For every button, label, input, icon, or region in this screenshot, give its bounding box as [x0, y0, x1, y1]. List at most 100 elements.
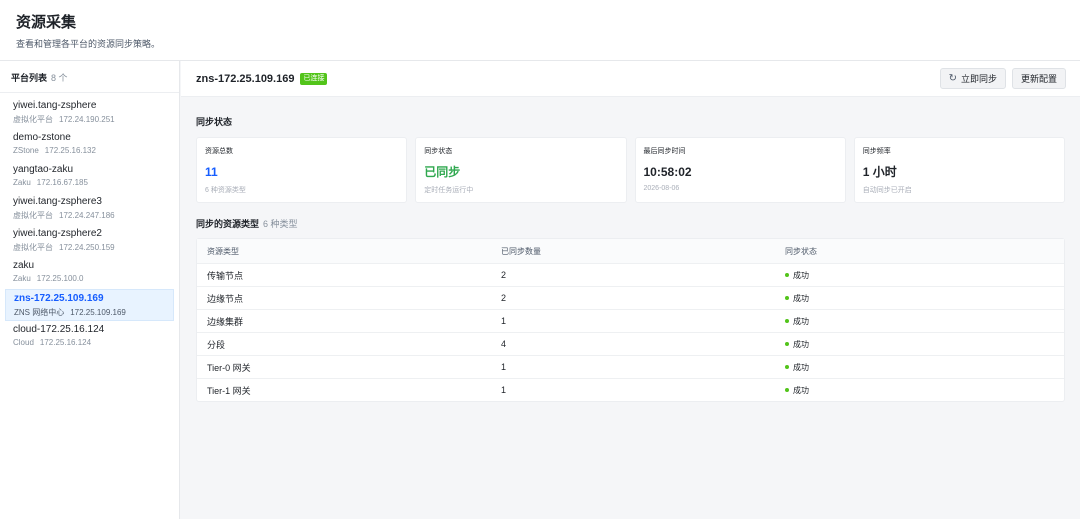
header-actions: ↻ 立即同步 更新配置	[939, 68, 1066, 89]
stat-card-frequency: 同步频率 1 小时 自动同步已开启	[853, 137, 1065, 203]
platform-ip: 172.24.247.186	[59, 211, 115, 220]
cell-type: Tier-1 网关	[207, 385, 251, 396]
platform-type: Zaku	[13, 274, 31, 283]
update-config-button[interactable]: 更新配置	[1011, 68, 1066, 89]
platform-item[interactable]: yangtao-zaku Zaku 172.16.67.185	[5, 161, 174, 193]
status-text: 成功	[793, 270, 809, 280]
platform-type: ZNS 网络中心	[14, 308, 65, 317]
table-header-row: 资源类型 已同步数量 同步状态	[197, 239, 1064, 263]
platform-type: ZStone	[13, 146, 39, 155]
column-header: 已同步数量	[501, 246, 541, 256]
resource-types-count: 6 种类型	[263, 219, 298, 229]
card-note: 自动同步已开启	[862, 187, 912, 194]
success-dot-icon	[785, 342, 789, 346]
platform-type: Cloud	[13, 338, 34, 347]
platform-type: Zaku	[13, 178, 31, 187]
card-value: 1 小时	[862, 165, 897, 179]
platform-item[interactable]: yiwei.tang-zsphere2 虚拟化平台 172.24.250.159	[5, 225, 174, 257]
table-row: 边缘节点 2 成功	[197, 286, 1064, 309]
refresh-icon: ↻	[948, 73, 957, 84]
cell-count: 1	[501, 362, 507, 372]
card-value: 10:58:02	[643, 165, 692, 179]
platform-name: cloud-172.25.16.124	[13, 324, 105, 335]
card-note: 2026-08-06	[643, 185, 680, 192]
column-header: 同步状态	[785, 246, 817, 256]
platform-item[interactable]: cloud-172.25.16.124 Cloud 172.25.16.124	[5, 321, 174, 353]
success-dot-icon	[785, 273, 789, 277]
platform-type: 虚拟化平台	[13, 211, 53, 220]
status-text: 成功	[793, 385, 809, 395]
cell-count: 1	[501, 385, 507, 395]
status-text: 成功	[793, 316, 809, 326]
platform-count: 8 个	[51, 73, 68, 83]
card-note: 6 种资源类型	[205, 187, 246, 194]
success-dot-icon	[785, 388, 789, 392]
detail-title: zns-172.25.109.169	[196, 72, 295, 85]
platform-name: demo-zstone	[13, 132, 71, 143]
detail-header: zns-172.25.109.169 已连接 ↻ 立即同步 更新配置	[181, 61, 1080, 97]
page-title: 资源采集	[16, 14, 77, 31]
platform-name: zaku	[13, 260, 35, 271]
platform-sidebar: 平台列表 8 个 yiwei.tang-zsphere 虚拟化平台 172.24.1…	[0, 61, 180, 519]
status-badge: 已连接	[300, 72, 328, 85]
platform-ip: 172.24.250.159	[59, 243, 115, 252]
card-label: 同步状态	[424, 148, 453, 155]
cell-type: Tier-0 网关	[207, 362, 251, 373]
platform-name: yiwei.tang-zsphere3	[13, 196, 102, 207]
card-value: 已同步	[424, 165, 461, 179]
platform-ip: 172.25.109.169	[70, 308, 126, 317]
sidebar-title: 平台列表	[11, 73, 48, 83]
card-label: 最后同步时间	[643, 148, 686, 155]
stat-card-status: 同步状态 已同步 定时任务运行中	[415, 137, 627, 203]
platform-ip: 172.16.67.185	[36, 178, 88, 187]
success-dot-icon	[785, 319, 789, 323]
page-subtitle: 查看和管理各平台的资源同步策略。	[16, 39, 161, 49]
resource-types-table: 资源类型 已同步数量 同步状态 传输节点 2 成功 边缘节点 2 成功 边缘集群…	[196, 238, 1065, 402]
table-row: 分段 4 成功	[197, 332, 1064, 355]
cell-type: 传输节点	[207, 270, 244, 281]
platform-type: 虚拟化平台	[13, 243, 53, 252]
platform-ip: 172.24.190.251	[59, 115, 115, 124]
cell-status: 成功	[775, 339, 809, 350]
platform-name: yiwei.tang-zsphere	[13, 100, 97, 111]
resource-types-heading: 同步的资源类型 6 种类型	[196, 217, 1080, 230]
column-header: 资源类型	[207, 246, 239, 256]
resource-types-title: 同步的资源类型	[196, 219, 260, 229]
card-value: 11	[205, 165, 218, 179]
platform-item[interactable]: demo-zstone ZStone 172.25.16.132	[5, 129, 174, 161]
status-text: 成功	[793, 293, 809, 303]
platform-ip: 172.25.16.124	[39, 338, 92, 347]
stat-card-total: 资源总数 11 6 种资源类型	[196, 137, 408, 203]
cell-status: 成功	[775, 316, 809, 327]
cell-count: 4	[501, 339, 507, 349]
table-row: 传输节点 2 成功	[197, 263, 1064, 286]
success-dot-icon	[785, 296, 789, 300]
table-row: Tier-0 网关 1 成功	[197, 355, 1064, 378]
sync-now-button[interactable]: ↻ 立即同步	[939, 68, 1006, 89]
table-row: Tier-1 网关 1 成功	[197, 378, 1064, 401]
cell-status: 成功	[775, 270, 809, 281]
status-text: 成功	[793, 362, 809, 372]
platform-name: yangtao-zaku	[13, 164, 74, 175]
platform-ip: 172.25.16.132	[44, 146, 96, 155]
cell-count: 2	[501, 270, 507, 280]
platform-item[interactable]: yiwei.tang-zsphere3 虚拟化平台 172.24.247.186	[5, 193, 174, 225]
page-header: 资源采集 查看和管理各平台的资源同步策略。	[0, 0, 1080, 61]
stat-cards: 资源总数 11 6 种资源类型 同步状态 已同步 定时任务运行中 最后同步时间 …	[196, 137, 1065, 203]
platform-item[interactable]: yiwei.tang-zsphere 虚拟化平台 172.24.190.251	[5, 97, 174, 129]
card-note: 定时任务运行中	[424, 187, 474, 194]
platform-name: zns-172.25.109.169	[14, 293, 104, 304]
platform-ip: 172.25.100.0	[36, 274, 84, 283]
cell-type: 边缘集群	[207, 316, 244, 327]
cell-count: 1	[501, 316, 507, 326]
sync-status-heading: 同步状态	[196, 117, 233, 127]
sync-now-label: 立即同步	[960, 74, 997, 84]
cell-type: 边缘节点	[207, 293, 244, 304]
sidebar-header: 平台列表 8 个	[0, 61, 179, 93]
platform-item[interactable]: zaku Zaku 172.25.100.0	[5, 257, 174, 289]
card-label: 同步频率	[862, 148, 891, 155]
platform-item-active[interactable]: zns-172.25.109.169 ZNS 网络中心 172.25.109.16…	[5, 289, 174, 321]
platform-name: yiwei.tang-zsphere2	[13, 228, 102, 239]
success-dot-icon	[785, 365, 789, 369]
cell-status: 成功	[775, 385, 809, 396]
